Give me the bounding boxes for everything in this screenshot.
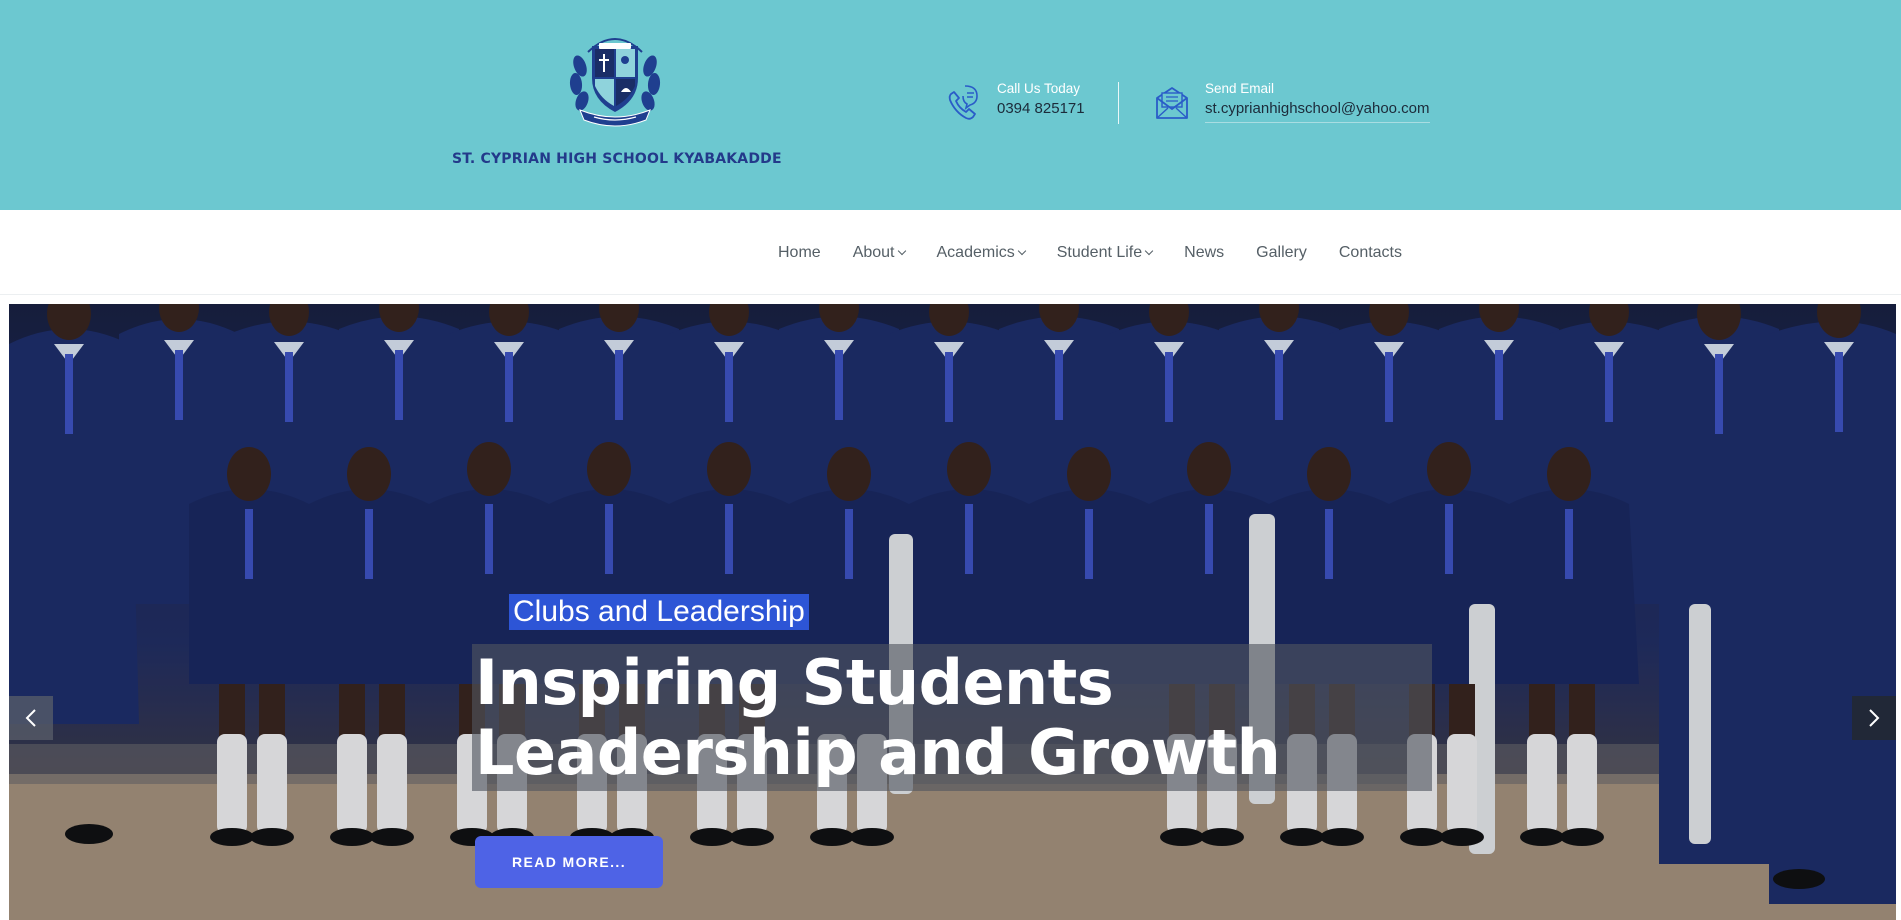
slider-prev-button[interactable] — [9, 696, 53, 740]
chevron-left-icon — [25, 709, 36, 727]
hero-title: Inspiring Students Leadership and Growth — [475, 646, 1281, 789]
nav-label: Student Life — [1056, 243, 1143, 261]
nav-label: Contacts — [1338, 243, 1402, 261]
hero-subtitle: Clubs and Leadership — [509, 594, 809, 630]
top-header: ST. CYPRIAN HIGH SCHOOL KYABAKADDE Call … — [0, 0, 1901, 210]
main-navigation: Home About Academics Student Life News G… — [0, 210, 1901, 295]
mail-icon — [1156, 87, 1188, 119]
nav-list: Home About Academics Student Life News G… — [778, 210, 1402, 295]
phone-number[interactable]: 0394 825171 — [997, 98, 1085, 120]
school-crest-icon — [569, 38, 661, 127]
nav-label: Gallery — [1256, 243, 1307, 261]
nav-item-academics[interactable]: Academics — [936, 243, 1026, 262]
chevron-right-icon — [1869, 709, 1880, 727]
school-name: ST. CYPRIAN HIGH SCHOOL KYABAKADDE — [452, 151, 782, 167]
hero-background-photo — [9, 304, 1896, 920]
school-logo[interactable] — [566, 26, 664, 128]
nav-item-gallery[interactable]: Gallery — [1256, 244, 1307, 262]
nav-label: Academics — [936, 243, 1015, 261]
email-label: Send Email — [1205, 81, 1275, 96]
nav-item-news[interactable]: News — [1184, 244, 1224, 262]
nav-item-home[interactable]: Home — [778, 244, 821, 262]
phone-label: Call Us Today — [997, 81, 1081, 96]
nav-label: Home — [778, 243, 821, 261]
nav-item-student-life[interactable]: Student Life — [1056, 243, 1154, 262]
nav-label: About — [852, 243, 895, 261]
email-address[interactable]: st.cyprianhighschool@yahoo.com — [1205, 98, 1430, 123]
nav-label: News — [1184, 243, 1225, 261]
phone-icon — [948, 85, 978, 120]
contact-email: Send Email st.cyprianhighschool@yahoo.co… — [1154, 80, 1430, 123]
nav-item-contacts[interactable]: Contacts — [1339, 244, 1402, 262]
read-more-button[interactable]: READ MORE... — [475, 836, 663, 888]
header-divider — [1118, 82, 1119, 124]
slider-next-button[interactable] — [1852, 696, 1896, 740]
contact-phone: Call Us Today 0394 825171 — [946, 80, 1085, 122]
chevron-down-icon — [897, 246, 906, 256]
chevron-down-icon — [1017, 246, 1026, 256]
chevron-down-icon — [1144, 246, 1154, 256]
hero-slider: Clubs and Leadership Inspiring Students … — [9, 304, 1896, 920]
nav-item-about[interactable]: About — [852, 243, 906, 262]
